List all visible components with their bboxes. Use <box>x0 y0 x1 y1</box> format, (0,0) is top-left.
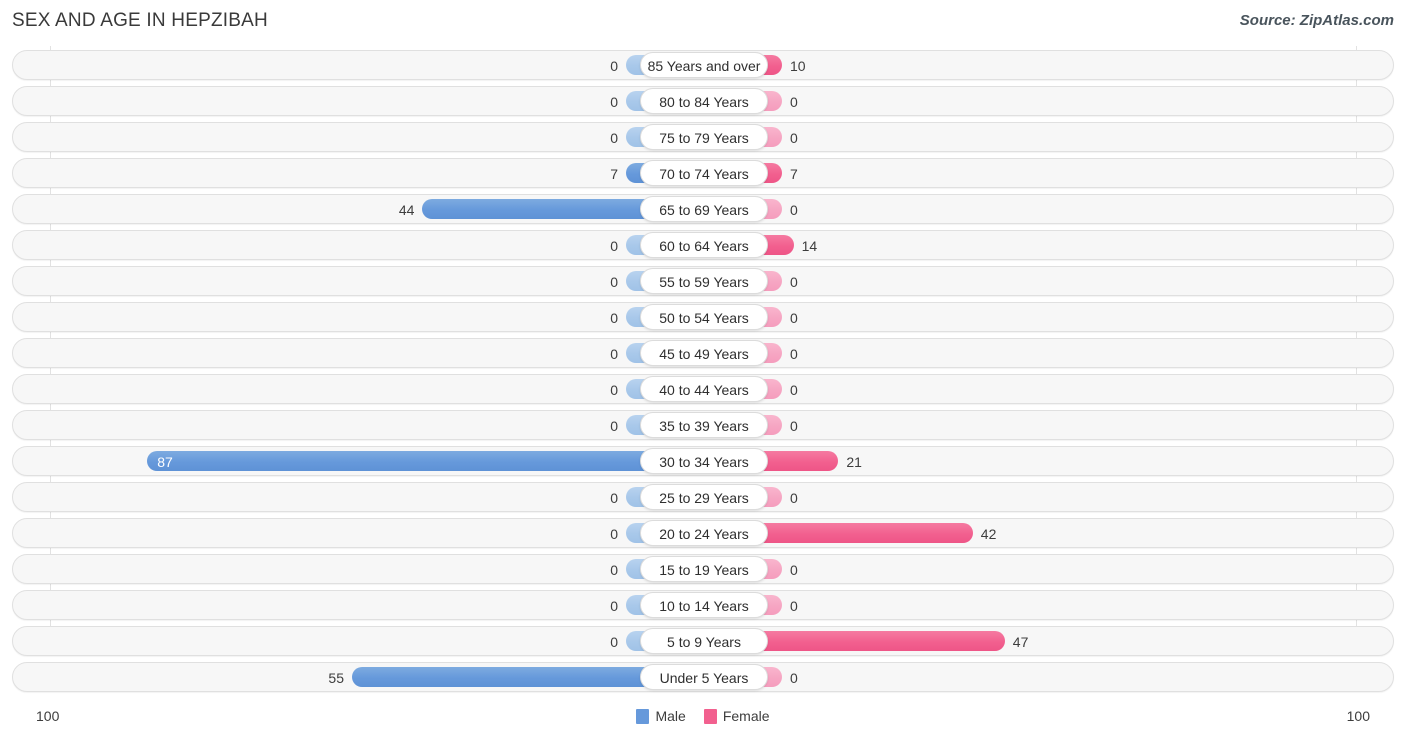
value-label-female: 7 <box>790 166 798 182</box>
age-group-row[interactable]: 0 0 25 to 29 Years <box>12 482 1394 512</box>
value-label-female: 0 <box>790 130 798 146</box>
age-group-label: Under 5 Years <box>640 664 768 690</box>
pyramid-plot-area: 0 10 85 Years and over 0 0 80 to 84 Years 0 0 75… <box>0 46 1406 702</box>
age-group-row[interactable]: 0 0 50 to 54 Years <box>12 302 1394 332</box>
value-label-male: 0 <box>610 238 618 254</box>
age-group-row[interactable]: 55 0 Under 5 Years <box>12 662 1394 692</box>
age-group-row[interactable]: 0 14 60 to 64 Years <box>12 230 1394 260</box>
chart-header: SEX AND AGE IN HEPZIBAH Source: ZipAtlas… <box>0 0 1406 44</box>
value-label-male: 0 <box>610 418 618 434</box>
legend-label-female: Female <box>722 708 770 724</box>
age-group-row[interactable]: 0 0 35 to 39 Years <box>12 410 1394 440</box>
age-group-row[interactable]: 87 21 30 to 34 Years <box>12 446 1394 476</box>
value-label-female: 0 <box>790 562 798 578</box>
age-group-row[interactable]: 0 0 10 to 14 Years <box>12 590 1394 620</box>
age-group-label: 50 to 54 Years <box>640 304 768 330</box>
value-label-male: 0 <box>610 274 618 290</box>
value-label-male: 0 <box>610 490 618 506</box>
age-group-label: 10 to 14 Years <box>640 592 768 618</box>
legend-swatch-female-icon <box>703 708 717 724</box>
value-label-female: 0 <box>790 670 798 686</box>
value-label-female: 0 <box>790 382 798 398</box>
age-group-label: 5 to 9 Years <box>640 628 768 654</box>
age-group-row[interactable]: 0 0 40 to 44 Years <box>12 374 1394 404</box>
age-group-label: 70 to 74 Years <box>640 160 768 186</box>
chart-legend: Male Female <box>0 708 1406 724</box>
value-label-female: 0 <box>790 598 798 614</box>
value-label-male: 0 <box>610 94 618 110</box>
age-group-row[interactable]: 0 0 55 to 59 Years <box>12 266 1394 296</box>
value-label-male: 44 <box>398 202 415 218</box>
age-group-label: 15 to 19 Years <box>640 556 768 582</box>
source-attribution: Source: ZipAtlas.com <box>1239 12 1394 29</box>
value-label-male: 0 <box>610 562 618 578</box>
age-group-row[interactable]: 0 0 15 to 19 Years <box>12 554 1394 584</box>
age-group-label: 25 to 29 Years <box>640 484 768 510</box>
age-group-label: 60 to 64 Years <box>640 232 768 258</box>
age-group-row[interactable]: 0 0 45 to 49 Years <box>12 338 1394 368</box>
age-group-label: 35 to 39 Years <box>640 412 768 438</box>
legend-item-male[interactable]: Male <box>636 708 686 724</box>
age-group-label: 75 to 79 Years <box>640 124 768 150</box>
value-label-female: 42 <box>980 526 997 542</box>
age-group-row[interactable]: 0 10 85 Years and over <box>12 50 1394 80</box>
age-group-rows: 0 10 85 Years and over 0 0 80 to 84 Years 0 0 75… <box>12 50 1394 698</box>
value-label-female: 0 <box>790 346 798 362</box>
value-label-female: 47 <box>1012 634 1029 650</box>
value-label-female: 0 <box>790 310 798 326</box>
value-label-male: 0 <box>610 526 618 542</box>
age-group-label: 30 to 34 Years <box>640 448 768 474</box>
value-label-male: 0 <box>610 382 618 398</box>
value-label-male: 55 <box>328 670 344 686</box>
value-label-male: 0 <box>610 130 618 146</box>
value-label-male: 7 <box>610 166 618 182</box>
age-group-label: 40 to 44 Years <box>640 376 768 402</box>
age-group-row[interactable]: 0 42 20 to 24 Years <box>12 518 1394 548</box>
value-label-female: 0 <box>790 418 798 434</box>
value-label-male: 0 <box>610 58 618 74</box>
value-label-female: 10 <box>790 58 806 74</box>
value-label-male: 0 <box>610 598 618 614</box>
value-label-male: 0 <box>610 634 618 650</box>
age-group-row[interactable]: 44 0 65 to 69 Years <box>12 194 1394 224</box>
age-group-label: 55 to 59 Years <box>640 268 768 294</box>
age-group-label: 85 Years and over <box>640 52 768 78</box>
age-group-row[interactable]: 0 0 80 to 84 Years <box>12 86 1394 116</box>
value-label-female: 0 <box>790 202 798 218</box>
value-label-female: 0 <box>790 490 798 506</box>
value-label-male: 87 <box>157 454 173 470</box>
value-label-male: 0 <box>610 310 618 326</box>
value-label-female: 21 <box>846 454 862 470</box>
page-title: SEX AND AGE IN HEPZIBAH <box>12 10 268 31</box>
age-group-label: 20 to 24 Years <box>640 520 768 546</box>
value-label-female: 14 <box>801 238 818 254</box>
legend-label-male: Male <box>655 708 686 724</box>
legend-item-female[interactable]: Female <box>703 708 770 724</box>
chart-footer: 100 100 Male Female <box>0 702 1406 740</box>
age-group-row[interactable]: 0 47 5 to 9 Years <box>12 626 1394 656</box>
value-label-female: 0 <box>790 94 798 110</box>
age-group-row[interactable]: 7 7 70 to 74 Years <box>12 158 1394 188</box>
age-group-row[interactable]: 0 0 75 to 79 Years <box>12 122 1394 152</box>
legend-swatch-male-icon <box>636 708 650 724</box>
bar-male[interactable] <box>147 451 704 471</box>
age-group-label: 45 to 49 Years <box>640 340 768 366</box>
age-group-label: 80 to 84 Years <box>640 88 768 114</box>
age-group-label: 65 to 69 Years <box>640 196 768 222</box>
value-label-male: 0 <box>610 346 618 362</box>
value-label-female: 0 <box>790 274 798 290</box>
